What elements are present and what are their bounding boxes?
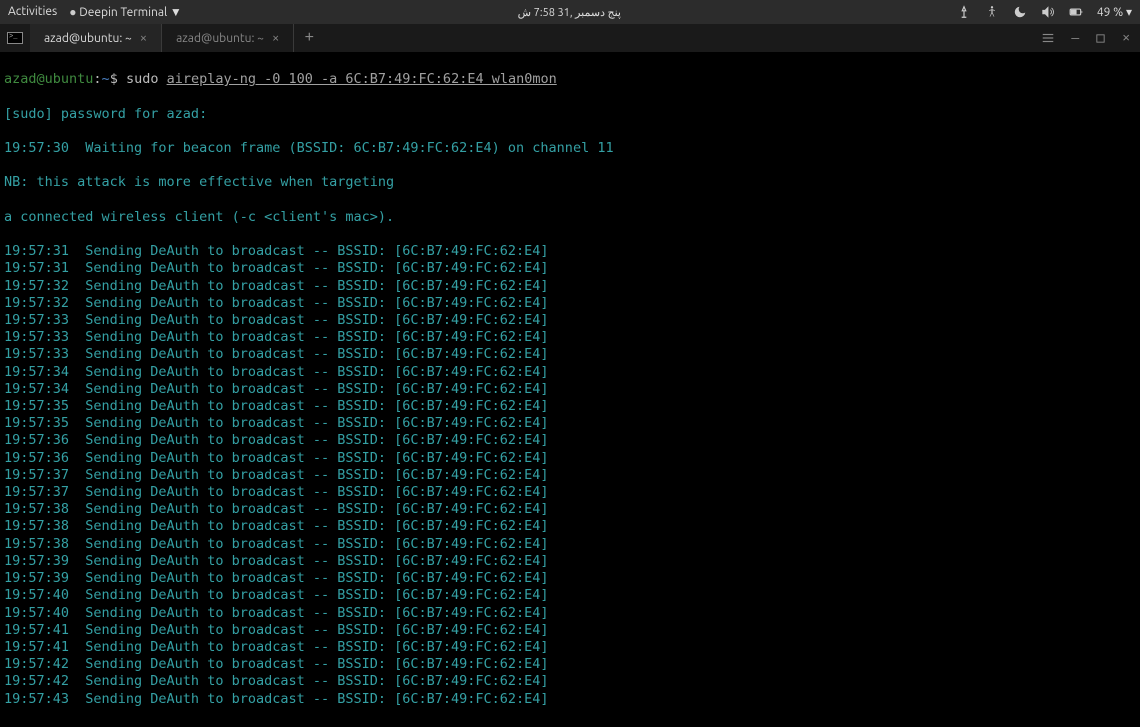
tab-1[interactable]: azad@ubuntu: ~ × [30,24,162,52]
tab-title: azad@ubuntu: ~ [44,32,132,45]
deauth-line: 19:57:33 Sending DeAuth to broadcast -- … [4,329,1136,346]
tab-close-icon[interactable]: × [140,31,147,45]
deauth-line: 19:57:34 Sending DeAuth to broadcast -- … [4,364,1136,381]
deauth-line: 19:57:37 Sending DeAuth to broadcast -- … [4,484,1136,501]
beacon-line: 19:57:30 Waiting for beacon frame (BSSID… [4,140,1136,157]
command-text: aireplay-ng -0 100 -a 6C:B7:49:FC:62:E4 … [167,71,557,87]
tab-title: azad@ubuntu: ~ [176,32,264,45]
deauth-line: 19:57:40 Sending DeAuth to broadcast -- … [4,587,1136,604]
deauth-line: 19:57:42 Sending DeAuth to broadcast -- … [4,673,1136,690]
deauth-line: 19:57:33 Sending DeAuth to broadcast -- … [4,346,1136,363]
app-menu[interactable]: ● Deepin Terminal ▼ [69,5,182,20]
top-panel: Activities ● Deepin Terminal ▼ پنج دسمبر… [0,0,1140,24]
terminal-launcher-icon[interactable] [0,24,30,52]
minimize-button[interactable]: — [1071,31,1079,46]
prompt-user-host: azad@ubuntu [4,71,93,87]
clock[interactable]: پنج دسمبر ,31 7:58 ش [182,6,957,19]
deauth-line: 19:57:33 Sending DeAuth to broadcast -- … [4,312,1136,329]
activities-button[interactable]: Activities [8,5,57,18]
night-icon[interactable] [1013,5,1027,19]
deauth-line: 19:57:37 Sending DeAuth to broadcast -- … [4,467,1136,484]
deauth-line: 19:57:36 Sending DeAuth to broadcast -- … [4,432,1136,449]
tab-close-icon[interactable]: × [272,31,279,45]
nb-line-1: NB: this attack is more effective when t… [4,174,1136,191]
deauth-line: 19:57:41 Sending DeAuth to broadcast -- … [4,639,1136,656]
deauth-line: 19:57:32 Sending DeAuth to broadcast -- … [4,295,1136,312]
app-menu-label: Deepin Terminal ▼ [79,6,182,19]
battery-percent: 49 % ▾ [1097,5,1132,19]
deauth-line: 19:57:31 Sending DeAuth to broadcast -- … [4,260,1136,277]
tab-2[interactable]: azad@ubuntu: ~ × [162,24,294,52]
deauth-line: 19:57:35 Sending DeAuth to broadcast -- … [4,398,1136,415]
deauth-line: 19:57:31 Sending DeAuth to broadcast -- … [4,243,1136,260]
prompt-path: ~ [102,71,110,87]
deauth-line: 19:57:35 Sending DeAuth to broadcast -- … [4,415,1136,432]
deauth-line: 19:57:39 Sending DeAuth to broadcast -- … [4,553,1136,570]
battery-icon[interactable] [1069,5,1083,19]
menu-button[interactable] [1041,31,1055,45]
prompt-line: azad@ubuntu:~$ sudo aireplay-ng -0 100 -… [4,71,1136,88]
deauth-line: 19:57:38 Sending DeAuth to broadcast -- … [4,501,1136,518]
deauth-line: 19:57:36 Sending DeAuth to broadcast -- … [4,450,1136,467]
nb-line-2: a connected wireless client (-c <client'… [4,209,1136,226]
close-button[interactable]: × [1122,31,1130,46]
terminal-app-icon: ● [69,5,76,19]
deauth-line: 19:57:32 Sending DeAuth to broadcast -- … [4,278,1136,295]
deauth-line: 19:57:41 Sending DeAuth to broadcast -- … [4,622,1136,639]
maximize-button[interactable] [1095,33,1106,44]
status-area[interactable]: 49 % ▾ [957,5,1132,19]
deauth-line: 19:57:39 Sending DeAuth to broadcast -- … [4,570,1136,587]
deauth-line: 19:57:42 Sending DeAuth to broadcast -- … [4,656,1136,673]
new-tab-button[interactable]: + [294,24,324,52]
deauth-line: 19:57:34 Sending DeAuth to broadcast -- … [4,381,1136,398]
tab-bar: azad@ubuntu: ~ × azad@ubuntu: ~ × + — × [0,24,1140,52]
deauth-line: 19:57:38 Sending DeAuth to broadcast -- … [4,518,1136,535]
volume-icon[interactable] [1041,5,1055,19]
deauth-line: 19:57:38 Sending DeAuth to broadcast -- … [4,536,1136,553]
keyboard-layout-icon[interactable] [957,5,971,19]
deauth-line: 19:57:40 Sending DeAuth to broadcast -- … [4,605,1136,622]
accessibility-icon[interactable] [985,5,999,19]
deauth-line: 19:57:43 Sending DeAuth to broadcast -- … [4,691,1136,708]
sudo-password-line: [sudo] password for azad: [4,106,1136,123]
terminal-output[interactable]: azad@ubuntu:~$ sudo aireplay-ng -0 100 -… [0,52,1140,727]
